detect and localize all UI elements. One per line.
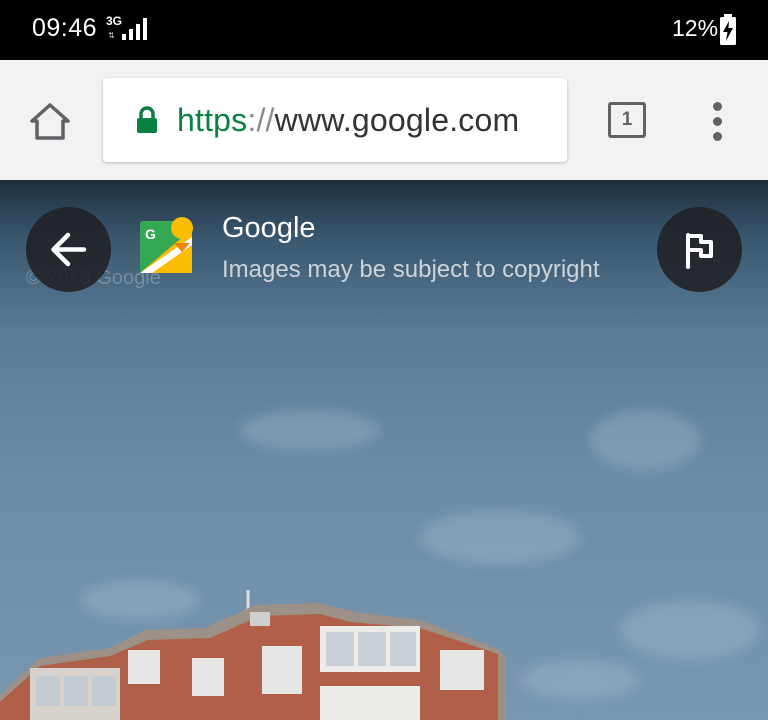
flag-icon [686, 233, 713, 269]
menu-dot [713, 102, 722, 111]
url-scheme: https [177, 102, 248, 138]
network-activity-icon: ⇅ [108, 31, 115, 40]
address-bar[interactable]: https://www.google.com [103, 78, 567, 162]
battery-percent: 12% [672, 15, 719, 41]
back-button[interactable] [26, 207, 111, 292]
more-vert-icon[interactable] [705, 100, 731, 144]
menu-dot [713, 117, 722, 126]
signal-icon [122, 18, 147, 40]
image-source-title[interactable]: Google [222, 212, 316, 245]
status-time: 09:46 [32, 14, 98, 42]
back-arrow-icon [51, 232, 87, 267]
google-street-view-icon: G [140, 217, 193, 273]
battery-charging-icon [720, 14, 736, 45]
home-icon[interactable] [28, 100, 72, 144]
lock-icon [137, 106, 157, 133]
image-viewer[interactable]: © 2018 Google G Google Images may be sub… [0, 180, 768, 720]
network-type: 3G [106, 14, 123, 28]
browser-toolbar: https://www.google.com 1 [0, 60, 768, 180]
status-bar: 09:46 3G ⇅ 12% [0, 0, 768, 60]
report-button[interactable] [657, 207, 742, 292]
menu-dot [713, 132, 722, 141]
url-separator: :// [247, 102, 275, 138]
tab-switcher-button[interactable]: 1 [608, 102, 646, 138]
url-text: https://www.google.com [177, 102, 519, 139]
svg-text:G: G [145, 226, 156, 242]
copyright-notice: Images may be subject to copyright [222, 256, 600, 283]
url-host: www.google.com [274, 102, 520, 138]
